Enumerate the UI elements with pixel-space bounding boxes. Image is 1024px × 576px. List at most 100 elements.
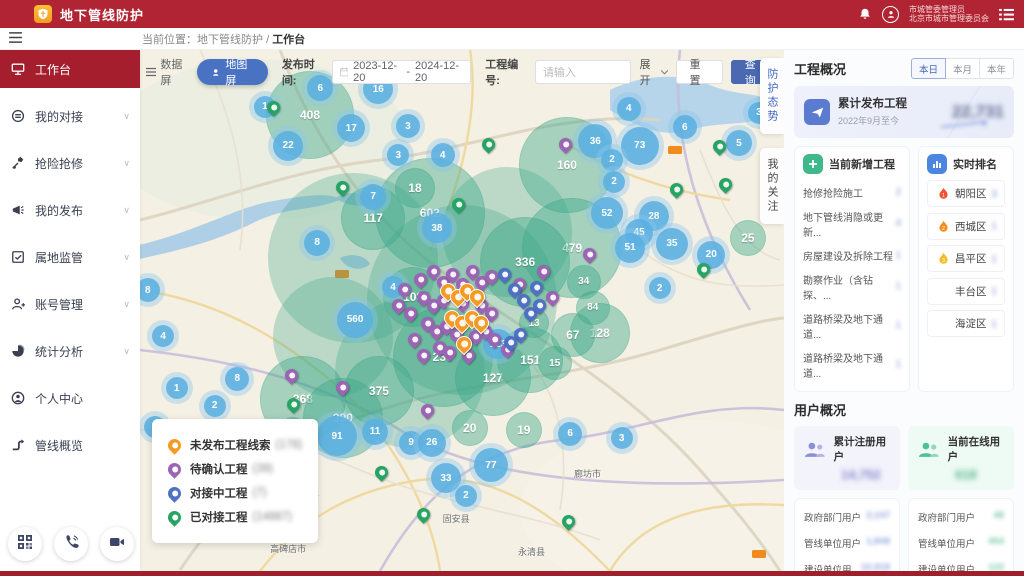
sidebar-item-8[interactable]: 管线概览 [0,426,140,464]
sidebar-item-6[interactable]: 统计分析∨ [0,332,140,370]
qr-code-button[interactable] [8,527,42,561]
new-project-row[interactable]: 道路桥梁及地下通道...1 [803,345,901,384]
map-cluster-blue[interactable]: 8 [304,230,330,256]
map-cluster-blue[interactable]: 17 [337,114,365,142]
new-project-row[interactable]: 地下管线消隐或更新...4 [803,204,901,243]
map-cluster-blue[interactable]: 560 [337,302,373,338]
expand-filters-link[interactable]: 展开 [639,56,667,88]
new-project-row[interactable]: 抢修抢险施工2 [803,180,901,204]
sidebar-collapse-icon[interactable] [0,32,30,46]
reset-button[interactable]: 重置 [676,60,723,84]
legend-row: 待确认工程(39) [168,461,302,477]
sidebar-item-label: 管线概览 [35,437,83,454]
map-pin-green[interactable] [716,176,734,194]
new-project-row[interactable]: 勘察作业（含钻探、...1 [803,267,901,306]
map-cluster-blue[interactable]: 77 [474,448,508,482]
map-pin-green[interactable] [479,135,497,153]
map-cluster-blue[interactable]: 2 [603,171,625,193]
map-cluster-blue[interactable]: 3 [396,114,420,138]
notification-bell-icon[interactable] [858,7,872,21]
map-cluster-green[interactable]: 15 [538,346,572,380]
map-cluster-blue[interactable]: 2 [204,395,226,417]
sidebar-item-2[interactable]: 抢险抢修∨ [0,144,140,182]
map-pin-green[interactable] [415,505,433,523]
ranking-title: 实时排名 [953,156,997,172]
list-icon [146,67,156,77]
breadcrumb-parent[interactable]: 地下管线防护 [197,34,263,46]
map-cluster-blue[interactable]: 35 [656,228,688,260]
map-cluster-blue[interactable]: 7 [360,184,386,210]
map-cluster-green[interactable]: 19 [506,412,542,448]
user-info[interactable]: 市城管委管理员 北京市城市管理委员会 [909,5,989,23]
map-cluster-green[interactable]: 20 [452,410,488,446]
map-cluster-blue[interactable]: 73 [621,127,659,165]
data-screen-toggle[interactable]: 数据屏 [146,56,189,88]
registered-users-value: 14,752 [841,467,891,482]
map-cluster-blue[interactable]: 4 [617,97,641,121]
qr-code-icon [17,534,33,555]
map-cluster-blue[interactable]: 5 [726,130,752,156]
map-cluster-green[interactable]: 18 [395,168,435,208]
legend-label: 待确认工程 [190,461,248,477]
map-cluster-blue[interactable]: 4 [152,325,174,347]
account-icon [10,296,26,312]
breadcrumb-current: 工作台 [272,34,305,46]
period-tab-1[interactable]: 本月 [946,58,980,79]
map-cluster-blue[interactable]: 2 [601,149,623,171]
map-vtab-0[interactable]: 防护态势 [760,58,784,134]
map-cluster-blue[interactable]: 11 [362,419,388,445]
map-cluster-blue[interactable]: 8 [225,367,249,391]
total-projects-card[interactable]: 累计发布工程 2022年9月至今 22,731 [794,86,1014,138]
online-users-card[interactable]: 当前在线用户 618 [908,426,1014,490]
map-cluster-blue[interactable]: 91 [317,416,357,456]
map-cluster-blue[interactable]: 51 [615,233,645,263]
map-cluster-blue[interactable]: 3 [611,427,633,449]
map-screen-toggle[interactable]: 地图屏 [197,59,268,85]
phone-button[interactable] [54,527,88,561]
pipeline-icon [10,437,26,453]
ranking-row[interactable]: 3昌平区1 [927,245,1005,272]
flame-rank-icon: 1 [937,187,950,200]
menu-list-icon[interactable] [999,8,1014,21]
map-cluster-blue[interactable]: 4 [431,143,455,167]
map-legend: 未发布工程线索(178)待确认工程(39)对接中工程(7)已对接工程(14887… [152,419,318,543]
map-pin-green[interactable] [372,463,390,481]
map-vtab-1[interactable]: 我的关注 [760,148,784,224]
map-cluster-blue[interactable]: 52 [591,197,623,229]
ranking-row[interactable]: 2西城区1 [927,213,1005,240]
date-range-input[interactable]: 2023-12-20 - 2024-12-20 [332,60,472,84]
map-cluster-green[interactable]: 375 [344,356,414,426]
user-role: 市城管委管理员 [909,5,989,14]
map-canvas[interactable]: 4086021604791171082301271513363683903751… [140,50,784,571]
map-cluster-blue[interactable]: 6 [673,115,697,139]
map-cluster-blue[interactable]: 2 [649,277,671,299]
period-tab-2[interactable]: 本年 [980,58,1014,79]
map-cluster-green[interactable]: 84 [576,291,610,325]
map-cluster-blue[interactable]: 6 [558,422,582,446]
map-cluster-blue[interactable]: 8 [140,278,160,302]
ranking-row[interactable]: 丰台区1 [927,278,1005,305]
map-cluster-blue[interactable]: 2 [455,485,477,507]
new-project-row[interactable]: 房屋建设及拆除工程1 [803,243,901,267]
map-cluster-blue[interactable]: 1 [166,377,188,399]
sidebar-item-7[interactable]: 个人中心 [0,379,140,417]
sidebar-item-1[interactable]: 我的对接∨ [0,97,140,135]
map-cluster-blue[interactable]: 22 [273,131,303,161]
ranking-row[interactable]: 1朝阳区3 [927,180,1005,207]
sidebar-item-5[interactable]: 账号管理∨ [0,285,140,323]
map-cluster-green[interactable]: 25 [730,220,766,256]
sidebar-item-0[interactable]: 工作台 [0,50,140,88]
new-project-row[interactable]: 道路桥梁及地下通道...1 [803,306,901,345]
map-pin-green[interactable] [667,180,685,198]
sidebar-item-3[interactable]: 我的发布∨ [0,191,140,229]
map-cluster-blue[interactable]: 26 [418,429,446,457]
map-pin-green[interactable] [560,513,578,531]
sidebar-item-4[interactable]: 属地监管∨ [0,238,140,276]
user-avatar[interactable] [882,6,899,23]
video-camera-button[interactable] [100,527,134,561]
project-no-input[interactable]: 请输入 [535,60,632,84]
registered-users-card[interactable]: 累计注册用户 14,752 [794,426,900,490]
ranking-row[interactable]: 海淀区1 [927,310,1005,337]
map-cluster-blue[interactable]: 38 [422,213,452,243]
period-tab-0[interactable]: 本日 [911,58,946,79]
